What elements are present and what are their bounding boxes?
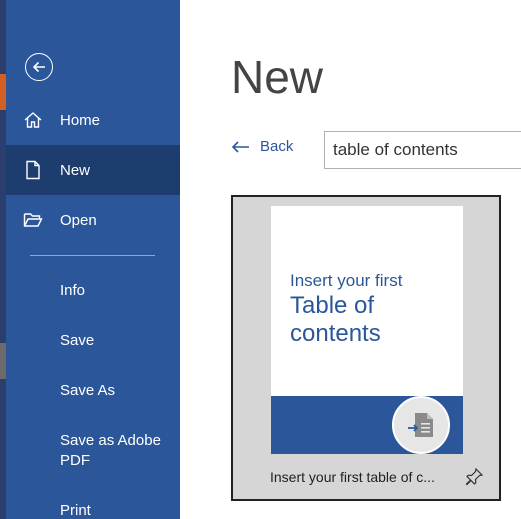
template-search-input[interactable] [324, 131, 521, 169]
pin-icon [465, 467, 484, 486]
nav-new-label: New [60, 161, 91, 179]
back-arrow-button[interactable] [25, 53, 53, 81]
sidebar-item-print[interactable]: Print [60, 501, 180, 519]
template-label: Insert your first table of c... [270, 469, 435, 485]
page-title: New [231, 51, 324, 103]
backstage-sidebar: Home New Open Info Save Save As Save as … [6, 0, 180, 519]
back-link[interactable]: Back [230, 138, 293, 155]
sidebar-divider [30, 255, 155, 256]
template-tile[interactable]: Insert your first Table of contents Inse… [231, 195, 501, 501]
template-thumbnail: Insert your first Table of contents [271, 206, 463, 454]
insert-toc-badge [392, 396, 450, 454]
back-link-label: Back [260, 138, 294, 155]
back-arrow-icon [231, 140, 249, 153]
home-icon [6, 110, 60, 130]
document-insert-icon [408, 413, 433, 437]
thumbnail-subtitle: Insert your first [290, 271, 403, 290]
thumbnail-title-line2: contents [290, 320, 381, 347]
nav-home-label: Home [60, 111, 101, 129]
sidebar-item-save[interactable]: Save [60, 331, 180, 351]
nav-open-label: Open [60, 211, 97, 229]
thumbnail-title-line1: Table of [290, 292, 375, 319]
sidebar-item-info[interactable]: Info [60, 281, 180, 301]
pin-button[interactable] [464, 467, 484, 492]
sidebar-item-save-as-adobe-pdf[interactable]: Save as Adobe PDF [60, 431, 180, 471]
sidebar-item-save-as[interactable]: Save As [60, 381, 180, 401]
nav-new[interactable]: New [6, 145, 180, 195]
new-document-icon [6, 160, 60, 180]
nav-open[interactable]: Open [6, 195, 180, 245]
nav-home[interactable]: Home [6, 95, 180, 145]
open-folder-icon [6, 211, 60, 229]
back-arrow-icon [32, 61, 45, 73]
